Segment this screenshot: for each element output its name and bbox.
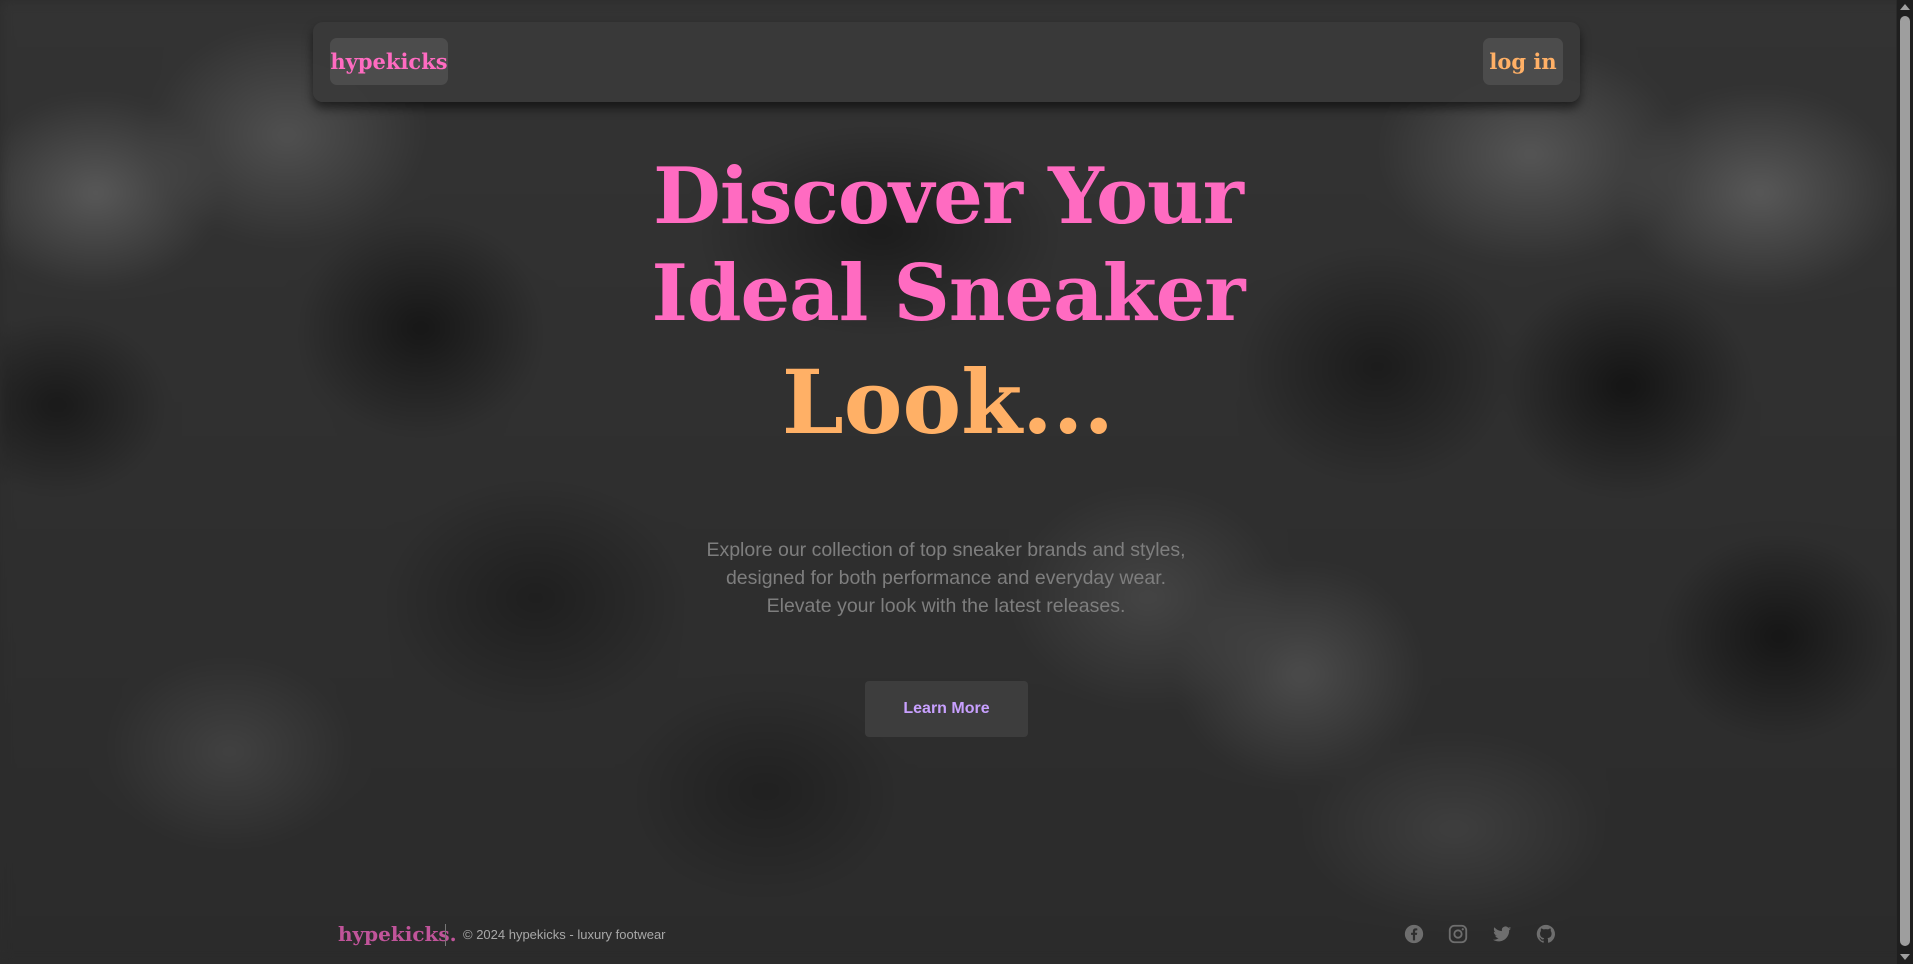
footer: hypekicks. © 2024 hypekicks - luxury foo… [338,918,1558,952]
hero-title-line1: Discover Your [653,151,1244,242]
facebook-icon[interactable] [1402,922,1426,946]
twitter-icon[interactable] [1490,922,1514,946]
blurred-background [0,0,1913,964]
hero-description: Explore our collection of top sneaker br… [706,539,1186,617]
hero-title: Discover Your Ideal Sneaker [0,148,1896,342]
hero-title-line2: Ideal Sneaker [651,248,1246,339]
footer-divider [445,924,446,946]
github-icon[interactable] [1534,922,1558,946]
footer-copyright: © 2024 hypekicks - luxury footwear [463,927,666,942]
scrollbar[interactable] [1896,0,1913,964]
social-links [1402,922,1558,946]
scrollbar-thumb[interactable] [1900,16,1910,946]
navbar: hypekicks log in [313,22,1580,102]
login-button[interactable]: log in [1483,38,1563,85]
logo-button[interactable]: hypekicks [330,38,448,85]
learn-more-button[interactable]: Learn More [865,681,1028,737]
instagram-icon[interactable] [1446,922,1470,946]
scroll-up-icon[interactable] [1900,4,1910,10]
footer-logo[interactable]: hypekicks. [338,922,457,946]
scroll-down-icon[interactable] [1900,954,1910,960]
hero-subtitle: Look... [781,350,1115,454]
